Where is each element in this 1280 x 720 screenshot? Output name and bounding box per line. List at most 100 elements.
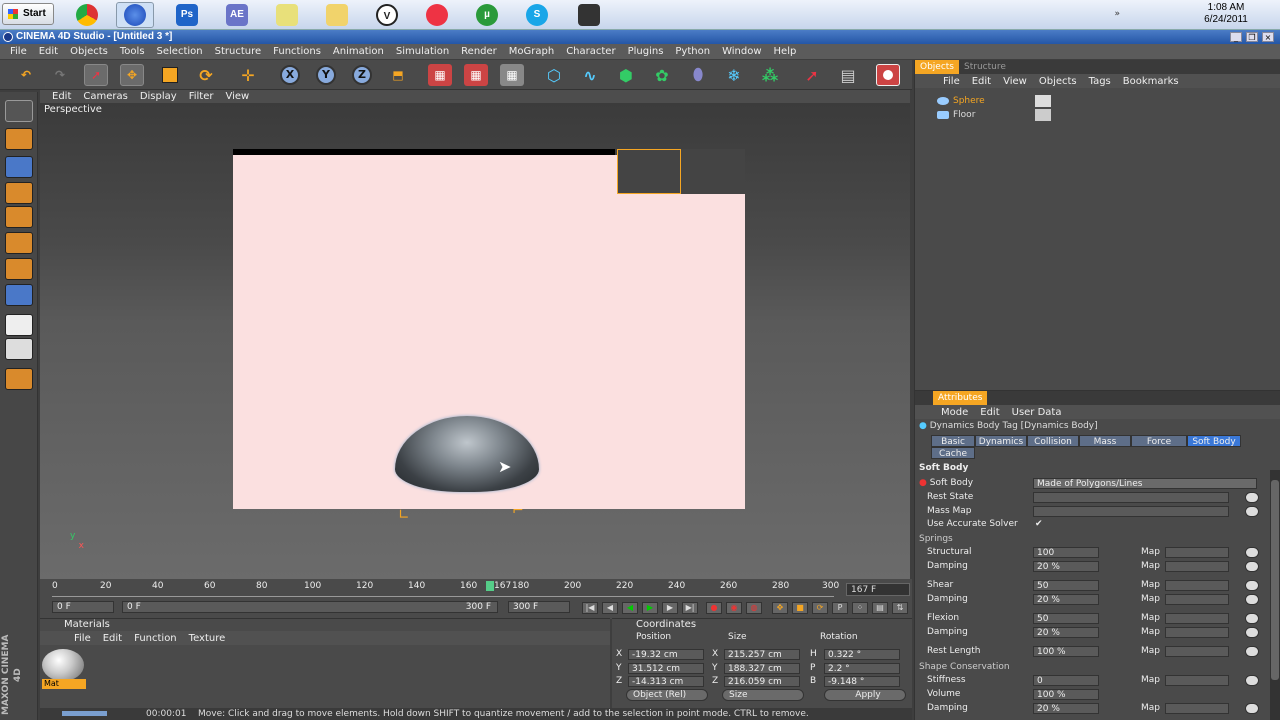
shape-damping-field[interactable]: 20 % bbox=[1033, 703, 1099, 714]
timeline-ruler[interactable]: 0 20 40 60 80 100 120 140 160 167 180 20… bbox=[52, 581, 839, 597]
light-icon[interactable]: ▤ bbox=[836, 64, 860, 86]
structural-damping-field[interactable]: 20 % bbox=[1033, 561, 1099, 572]
object-menu-view[interactable]: View bbox=[997, 74, 1033, 88]
shear-field[interactable]: 50 bbox=[1033, 580, 1099, 591]
sculpt-icon[interactable] bbox=[5, 368, 33, 390]
volume-field[interactable]: 100 % bbox=[1033, 689, 1099, 700]
viewport-menu-edit[interactable]: Edit bbox=[46, 90, 77, 103]
flexion-field[interactable]: 50 bbox=[1033, 613, 1099, 624]
undo-icon[interactable]: ↶ bbox=[14, 64, 38, 86]
playhead[interactable] bbox=[486, 581, 494, 591]
tab-basic[interactable]: Basic bbox=[931, 435, 975, 447]
scrollbar-thumb[interactable] bbox=[1271, 480, 1279, 680]
object-row-sphere[interactable]: Sphere bbox=[919, 94, 1279, 108]
tab-attributes[interactable]: Attributes bbox=[933, 391, 988, 405]
environment-icon[interactable]: ⁂ bbox=[758, 64, 782, 86]
flexion-map-button[interactable] bbox=[1245, 613, 1259, 624]
object-menu-file[interactable]: File bbox=[937, 74, 966, 88]
shear-damping-map-field[interactable] bbox=[1165, 594, 1229, 605]
structural-field[interactable]: 100 bbox=[1033, 547, 1099, 558]
timeline-settings-icon[interactable]: ▤ bbox=[872, 602, 888, 614]
shear-map-field[interactable] bbox=[1165, 580, 1229, 591]
restore-button[interactable]: ❐ bbox=[1246, 32, 1258, 42]
material-preview[interactable] bbox=[42, 649, 84, 681]
rest-state-field[interactable] bbox=[1033, 492, 1229, 503]
x-axis-icon[interactable]: X bbox=[278, 64, 302, 86]
attr-menu-mode[interactable]: Mode bbox=[935, 405, 974, 419]
redo-icon[interactable]: ↷ bbox=[48, 64, 72, 86]
flexion-map-field[interactable] bbox=[1165, 613, 1229, 624]
menu-functions[interactable]: Functions bbox=[267, 44, 327, 59]
material-menu-file[interactable]: File bbox=[68, 631, 97, 645]
rot-b-field[interactable]: -9.148 ° bbox=[824, 676, 900, 687]
utorrent-taskbar-icon[interactable]: µ bbox=[468, 2, 506, 28]
material-menu-texture[interactable]: Texture bbox=[183, 631, 232, 645]
y-axis-icon[interactable]: Y bbox=[314, 64, 338, 86]
rot-p-field[interactable]: 2.2 ° bbox=[824, 663, 900, 674]
shear-map-button[interactable] bbox=[1245, 580, 1259, 591]
position-key-icon[interactable]: ✥ bbox=[772, 602, 788, 614]
snap-icon[interactable] bbox=[5, 338, 33, 360]
menu-animation[interactable]: Animation bbox=[327, 44, 390, 59]
rotate-tool-icon[interactable]: ⟳ bbox=[194, 64, 218, 86]
move-tool-icon[interactable]: ✥ bbox=[120, 64, 144, 86]
menu-edit[interactable]: Edit bbox=[33, 44, 64, 59]
tab-objects[interactable]: Objects bbox=[915, 60, 960, 74]
after-effects-taskbar-icon[interactable]: AE bbox=[218, 2, 256, 28]
tab-force[interactable]: Force bbox=[1131, 435, 1187, 447]
structural-damping-map-button[interactable] bbox=[1245, 561, 1259, 572]
menu-structure[interactable]: Structure bbox=[209, 44, 268, 59]
menu-plugins[interactable]: Plugins bbox=[622, 44, 670, 59]
rotation-key-icon[interactable]: ⟳ bbox=[812, 602, 828, 614]
scale-tool-icon[interactable] bbox=[158, 64, 182, 86]
keyframe-selection-icon[interactable]: ◍ bbox=[746, 602, 762, 614]
next-frame-icon[interactable]: ▶ bbox=[662, 602, 678, 614]
material-menu-function[interactable]: Function bbox=[128, 631, 183, 645]
soft-body-dropdown[interactable]: Made of Polygons/Lines bbox=[1033, 478, 1257, 489]
render-view-icon[interactable]: ▦ bbox=[428, 64, 452, 86]
viewport-menu-display[interactable]: Display bbox=[134, 90, 183, 103]
camera-icon[interactable]: ➚ bbox=[800, 64, 824, 86]
prev-frame-icon[interactable]: ◀ bbox=[602, 602, 618, 614]
stiffness-map-button[interactable] bbox=[1245, 675, 1259, 686]
apply-button[interactable]: Apply bbox=[824, 689, 906, 701]
scene-icon[interactable]: ❄ bbox=[722, 64, 746, 86]
render-settings-icon[interactable]: ▦ bbox=[500, 64, 524, 86]
photoshop-taskbar-icon[interactable]: Ps bbox=[168, 2, 206, 28]
menu-help[interactable]: Help bbox=[768, 44, 803, 59]
param-key-icon[interactable]: P bbox=[832, 602, 848, 614]
size-y-field[interactable]: 188.327 cm bbox=[724, 663, 800, 674]
menu-tools[interactable]: Tools bbox=[114, 44, 151, 59]
array-icon[interactable]: ✿ bbox=[650, 64, 674, 86]
autokey-icon[interactable]: ◉ bbox=[726, 602, 742, 614]
structural-damping-map-field[interactable] bbox=[1165, 561, 1229, 572]
timeline-menu-icon[interactable]: ⇅ bbox=[892, 602, 908, 614]
shape-damping-map-field[interactable] bbox=[1165, 703, 1229, 714]
point-level-key-icon[interactable]: ⁘ bbox=[852, 602, 868, 614]
tab-structure[interactable]: Structure bbox=[959, 60, 1011, 74]
tab-cache[interactable]: Cache bbox=[931, 447, 975, 459]
menu-window[interactable]: Window bbox=[716, 44, 767, 59]
rest-length-map-field[interactable] bbox=[1165, 646, 1229, 657]
coordinate-system-icon[interactable]: ⬒ bbox=[386, 64, 410, 86]
axis-tool-icon[interactable] bbox=[5, 182, 33, 204]
perspective-viewport[interactable]: Perspective ➤ ∟ ⌐ y x bbox=[40, 103, 910, 579]
attr-menu-edit[interactable]: Edit bbox=[974, 405, 1005, 419]
flexion-damping-map-button[interactable] bbox=[1245, 627, 1259, 638]
menu-file[interactable]: File bbox=[4, 44, 33, 59]
menu-python[interactable]: Python bbox=[669, 44, 716, 59]
spline-icon[interactable]: ∿ bbox=[578, 64, 602, 86]
structural-map-field[interactable] bbox=[1165, 547, 1229, 558]
object-tool-icon[interactable] bbox=[5, 156, 33, 178]
structural-map-button[interactable] bbox=[1245, 547, 1259, 558]
pos-x-field[interactable]: -19.32 cm bbox=[628, 649, 704, 660]
rest-length-field[interactable]: 100 % bbox=[1033, 646, 1099, 657]
play-forwards-icon[interactable]: ▶ bbox=[642, 602, 658, 614]
object-menu-bookmarks[interactable]: Bookmarks bbox=[1117, 74, 1185, 88]
shear-damping-field[interactable]: 20 % bbox=[1033, 594, 1099, 605]
menu-character[interactable]: Character bbox=[560, 44, 621, 59]
object-row-floor[interactable]: Floor bbox=[919, 108, 1279, 122]
tab-collision[interactable]: Collision bbox=[1027, 435, 1079, 447]
viewport-menu-cameras[interactable]: Cameras bbox=[77, 90, 133, 103]
rest-state-button[interactable] bbox=[1245, 492, 1259, 503]
